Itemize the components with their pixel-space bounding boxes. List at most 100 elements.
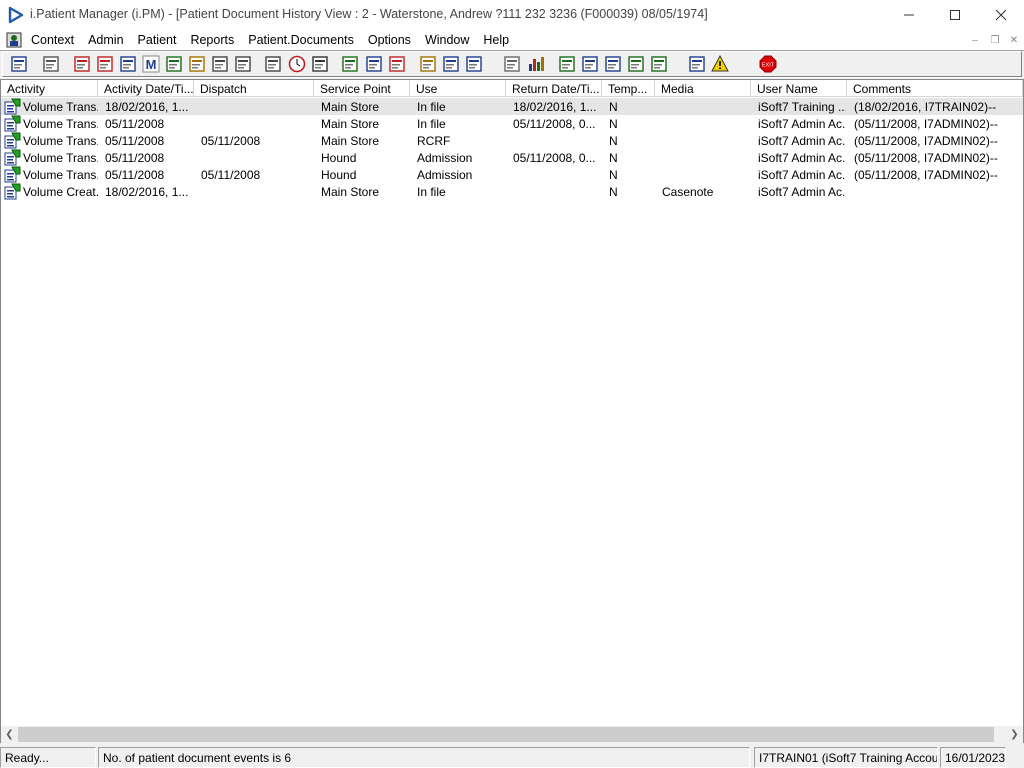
table-row[interactable]: Volume Trans... 05/11/2008 Main Store In fi…: [1, 115, 1023, 132]
minimize-button[interactable]: [886, 0, 932, 30]
cell-activity: Volume Trans...: [23, 117, 98, 131]
memo-button[interactable]: [417, 53, 439, 75]
transfer-4-button[interactable]: [648, 53, 670, 75]
bed-icon: [443, 56, 459, 72]
close-button[interactable]: [978, 0, 1024, 30]
document-event-icon: [4, 115, 21, 132]
cell-activity: Volume Trans...: [23, 134, 98, 148]
column-header-media[interactable]: Media: [655, 80, 751, 97]
bed-button[interactable]: [440, 53, 462, 75]
monitor-button[interactable]: [309, 53, 331, 75]
mdi-minimize-button[interactable]: –: [967, 33, 983, 47]
document-event-icon: [4, 149, 21, 166]
cell-activity-date: 18/02/2016, 1...: [105, 185, 189, 199]
status-bar: Ready... No. of patient document events …: [0, 745, 1024, 768]
transfer-button[interactable]: [579, 53, 601, 75]
globe-button[interactable]: [556, 53, 578, 75]
menu-help[interactable]: Help: [476, 30, 516, 50]
note-icon: [189, 56, 205, 72]
cell-service-point: Main Store: [321, 134, 380, 148]
menu-context[interactable]: Context: [24, 30, 81, 50]
form-button[interactable]: [117, 53, 139, 75]
exit-button[interactable]: EXIT: [757, 53, 779, 75]
cell-comments: (05/11/2008, I7ADMIN02)--: [854, 151, 998, 165]
book-button[interactable]: [71, 53, 93, 75]
column-header-user-name[interactable]: User Name: [751, 80, 847, 97]
swap-button[interactable]: [686, 53, 708, 75]
menu-patient[interactable]: Patient: [131, 30, 184, 50]
column-header-use[interactable]: Use: [410, 80, 506, 97]
cell-temporary: N: [609, 151, 618, 165]
page-icon: [504, 56, 520, 72]
transfer-2-button[interactable]: [602, 53, 624, 75]
mdi-close-button[interactable]: ✕: [1006, 33, 1022, 47]
doctor-icon: [166, 56, 182, 72]
screen-2-button[interactable]: [363, 53, 385, 75]
menu-patient-documents[interactable]: Patient.Documents: [241, 30, 361, 50]
book-edit-button[interactable]: [94, 53, 116, 75]
patient-icon: [11, 56, 27, 72]
search-doc-button[interactable]: [262, 53, 284, 75]
cell-activity-date: 05/11/2008: [105, 134, 165, 148]
cell-media: Casenote: [662, 185, 714, 199]
search-doc-icon: [265, 56, 281, 72]
printer-button[interactable]: [40, 53, 62, 75]
note-button[interactable]: [186, 53, 208, 75]
maximize-button[interactable]: [932, 0, 978, 30]
document-history-list[interactable]: Activity Activity Date/Ti... Dispatch Servi…: [0, 79, 1024, 743]
memo-icon: [420, 56, 436, 72]
doctor-button[interactable]: [163, 53, 185, 75]
table-row[interactable]: Volume Trans... 18/02/2016, 1... Main Stor…: [1, 98, 1023, 115]
menu-window[interactable]: Window: [418, 30, 476, 50]
scroll-thumb[interactable]: [18, 727, 994, 742]
menu-reports[interactable]: Reports: [183, 30, 241, 50]
mdi-system-menu-icon[interactable]: [6, 31, 24, 49]
column-header-service-point[interactable]: Service Point: [314, 80, 410, 97]
cell-comments: (05/11/2008, I7ADMIN02)--: [854, 134, 998, 148]
ambulance-icon: [212, 56, 228, 72]
cell-activity-date: 18/02/2016, 1...: [105, 100, 189, 114]
table-row[interactable]: Volume Creat... 18/02/2016, 1... Main Stor…: [1, 183, 1023, 200]
cell-temporary: N: [609, 185, 618, 199]
cell-service-point: Main Store: [321, 185, 380, 199]
cell-comments: (18/02/2016, I7TRAIN02)--: [854, 100, 997, 114]
svg-text:EXIT: EXIT: [762, 63, 775, 69]
clock-button[interactable]: [286, 53, 308, 75]
cell-user-name: iSoft7 Training ...: [758, 100, 846, 114]
table-row[interactable]: Volume Trans... 05/11/2008 05/11/2008 Main …: [1, 132, 1023, 149]
menu-options[interactable]: Options: [361, 30, 418, 50]
table-row[interactable]: Volume Trans... 05/11/2008 05/11/2008 Hound…: [1, 166, 1023, 183]
cell-temporary: N: [609, 134, 618, 148]
cell-temporary: N: [609, 168, 618, 182]
screen-button[interactable]: [339, 53, 361, 75]
column-header-temporary[interactable]: Temp...: [602, 80, 655, 97]
patient-button[interactable]: [8, 53, 30, 75]
column-header-dispatch[interactable]: Dispatch: [194, 80, 314, 97]
cell-user-name: iSoft7 Admin Ac...: [758, 168, 846, 182]
status-user: I7TRAIN01 (iSoft7 Training Account): [754, 747, 938, 768]
menu-admin[interactable]: Admin: [81, 30, 130, 50]
scroll-right-icon[interactable]: ❯: [1006, 726, 1023, 743]
mdi-restore-button[interactable]: ❐: [987, 33, 1003, 47]
ambulance-2-button[interactable]: [232, 53, 254, 75]
transfer-3-button[interactable]: [625, 53, 647, 75]
page-button[interactable]: [501, 53, 523, 75]
cell-activity: Volume Trans...: [23, 168, 98, 182]
column-header-activity-date[interactable]: Activity Date/Ti...: [98, 80, 194, 97]
warning-button[interactable]: [709, 53, 731, 75]
letter-m-button[interactable]: M: [140, 53, 162, 75]
column-header-return-date[interactable]: Return Date/Ti...: [506, 80, 602, 97]
nurse-button[interactable]: [463, 53, 485, 75]
column-header-comments[interactable]: Comments: [847, 80, 1023, 97]
column-header-activity[interactable]: Activity: [1, 80, 98, 97]
clock-icon: [288, 55, 306, 73]
horizontal-scrollbar[interactable]: ❮ ❯: [1, 726, 1023, 743]
table-row[interactable]: Volume Trans... 05/11/2008 Hound Admission 0…: [1, 149, 1023, 166]
close-icon: [995, 9, 1007, 21]
cell-service-point: Main Store: [321, 117, 380, 131]
chart-button[interactable]: [525, 53, 547, 75]
scroll-left-icon[interactable]: ❮: [1, 726, 18, 743]
gauge-button[interactable]: [386, 53, 408, 75]
ambulance-button[interactable]: [209, 53, 231, 75]
cell-activity-date: 05/11/2008: [105, 151, 165, 165]
